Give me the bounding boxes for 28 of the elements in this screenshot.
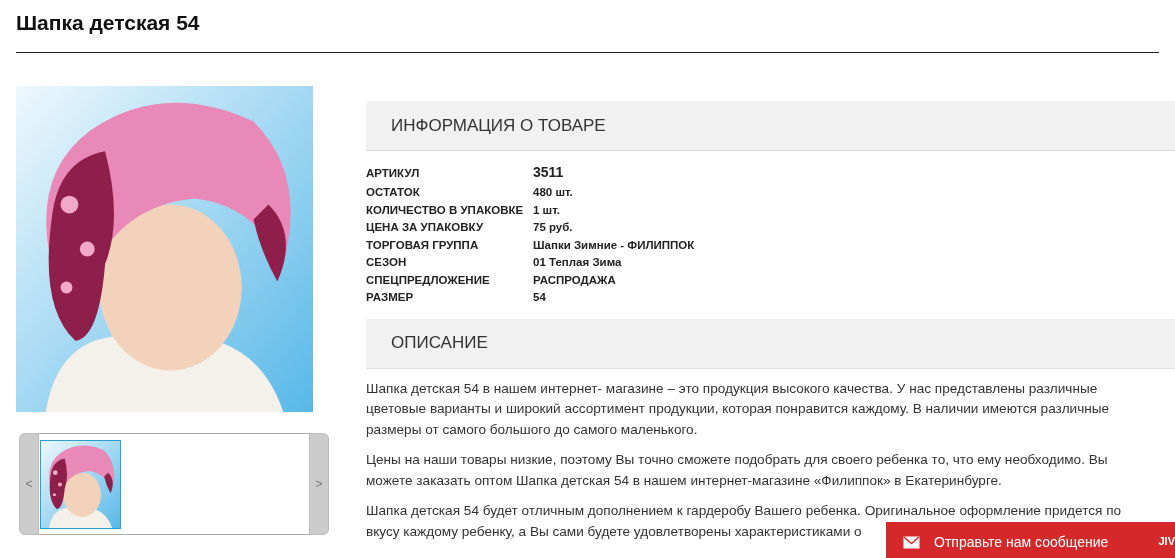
field-value: Шапки Зимние - ФИЛИППОК xyxy=(533,238,695,251)
field-value: 480 шт. xyxy=(533,186,573,199)
text-line: Шапка детская 54 будет отличным дополнением к гардеробу Вашего ребенка. Оригинальное оформление придется по xyxy=(366,502,1122,521)
field-label: РАЗМЕР xyxy=(366,290,415,306)
field-value: 3511 xyxy=(533,164,564,181)
section-heading: ИНФОРМАЦИЯ О ТОВАРЕ xyxy=(366,101,1175,152)
field-value: РАСПРОДАЖА xyxy=(533,273,616,286)
paragraph: Шапка детская 54 в нашем интернет- магазине – это продукция высокого качества. У нас представлены различные цветовые варианты и широкий ассортимент продукции, которая понравится каждому. В наличии имеются различные размеры от самого большого до самого маленького. xyxy=(366,379,1111,439)
field-label: ЦЕНА ЗА УПАКОВКУ xyxy=(366,220,485,236)
paragraph: Цены на наши товары низкие, поэтому Вы точно сможете подобрать для своего ребенка то, что ему необходимо. Вы можете заказать оптом Шапка детская 54 в нашем интернет-магазине «Филиппок» в Екатеринбурге. xyxy=(366,451,1109,490)
field-label: СЕЗОН xyxy=(366,255,408,271)
field-value: 01 Теплая Зима xyxy=(533,256,622,269)
field-label: СПЕЦПРЕДЛОЖЕНИЕ xyxy=(366,272,491,288)
page-title: Шапка детская 54 xyxy=(16,10,201,36)
previous-button[interactable]: < xyxy=(19,433,39,536)
text-line: вкусу каждому ребенку, а Вы сами будете удовлетворены характеристиками о xyxy=(366,522,862,541)
section-heading: ОПИСАНИЕ xyxy=(366,318,1175,369)
field-label: АРТИКУЛ xyxy=(366,166,421,182)
field-value: 75 руб. xyxy=(533,221,573,234)
envelope-icon xyxy=(903,535,920,549)
field-value: 54 xyxy=(533,291,546,304)
field-value: 1 шт. xyxy=(533,203,560,216)
chat-logo: JIV xyxy=(1158,534,1175,549)
field-label: КОЛИЧЕСТВО В УПАКОВКЕ xyxy=(366,202,525,218)
field-label: ОСТАТОК xyxy=(366,185,421,201)
field-label: ТОРГОВАЯ ГРУППА xyxy=(366,237,480,253)
chat-button[interactable]: Отправьте нам сообщение JIV xyxy=(886,522,1175,558)
next-button[interactable]: > xyxy=(309,433,329,536)
